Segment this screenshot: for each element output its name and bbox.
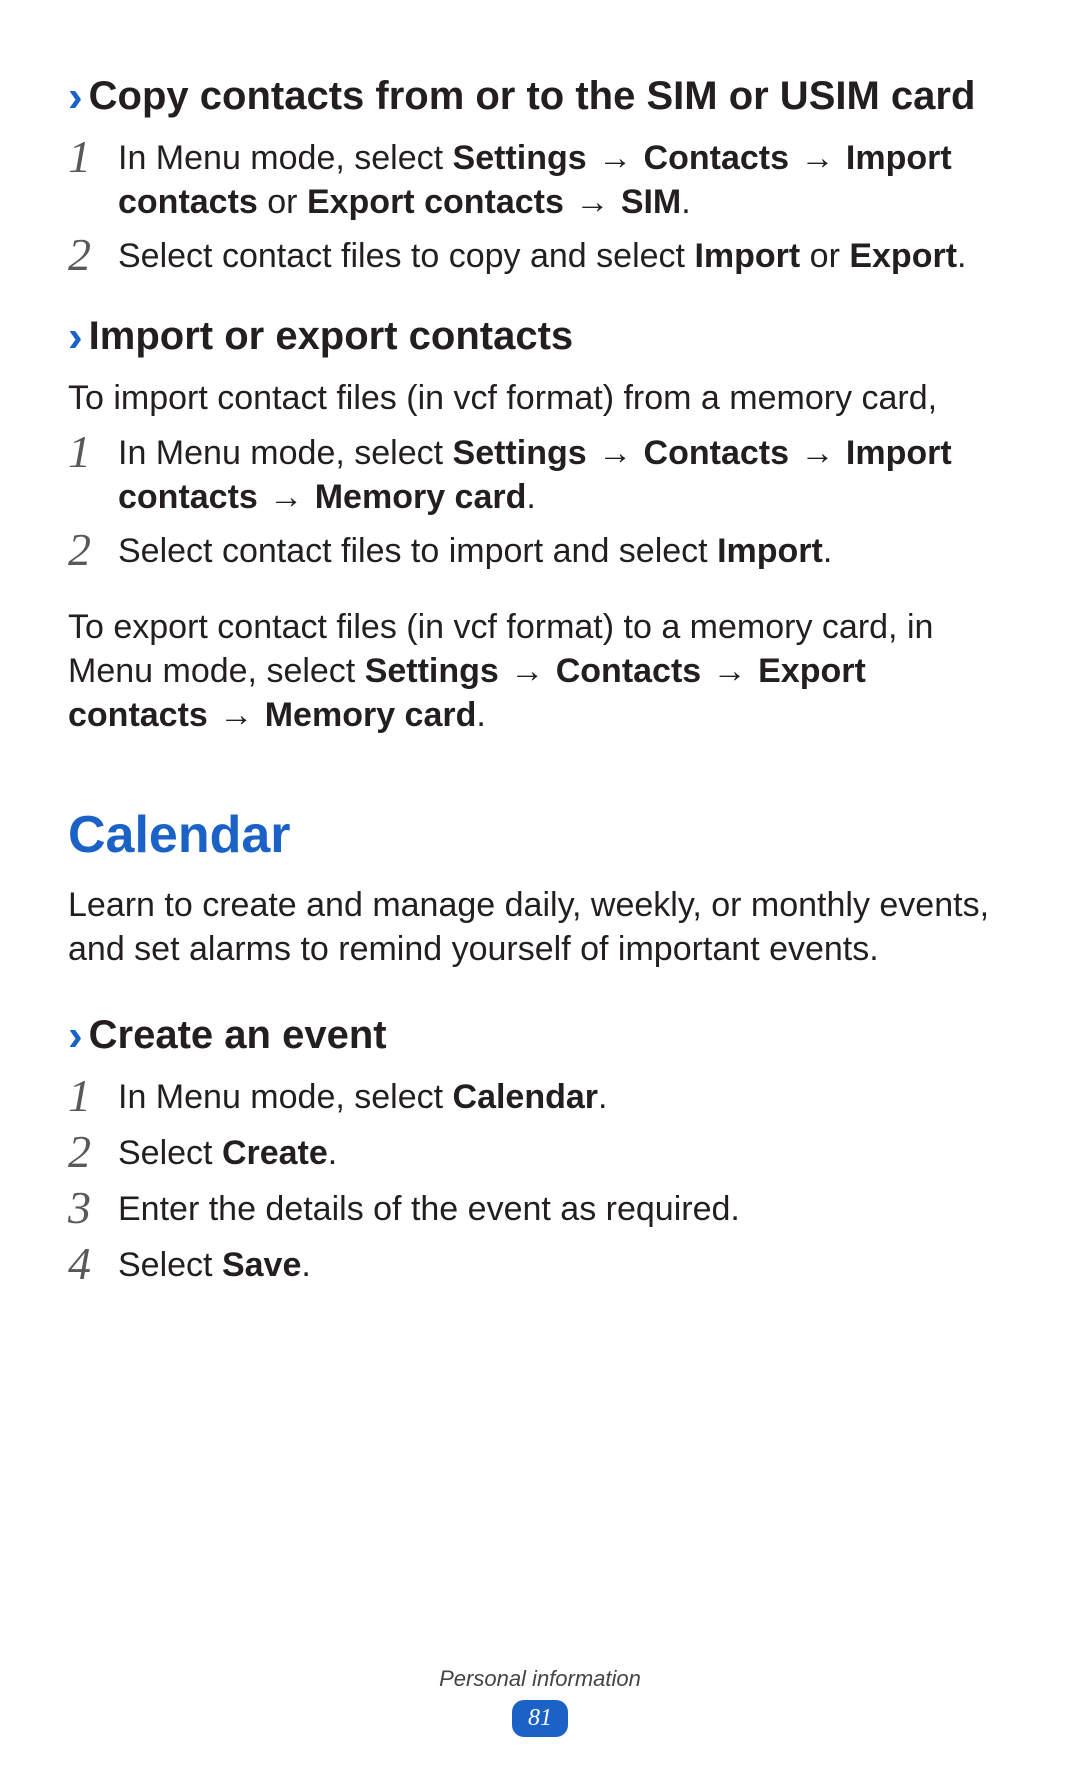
step: 1 In Menu mode, select Settings → Contac… [68, 431, 1012, 519]
step-body: Enter the details of the event as requir… [118, 1187, 1012, 1231]
calendar-intro: Learn to create and manage daily, weekly… [68, 883, 1012, 971]
step-number: 1 [68, 429, 102, 475]
page-number: 81 [512, 1700, 568, 1737]
heading-create-event: › Create an event [68, 1009, 1012, 1061]
step: 3 Enter the details of the event as requ… [68, 1187, 1012, 1233]
step-body: Select Save. [118, 1243, 1012, 1287]
step: 4 Select Save. [68, 1243, 1012, 1289]
heading-text: Create an event [89, 1009, 387, 1061]
step: 2 Select contact files to copy and selec… [68, 234, 1012, 280]
step-body: Select Create. [118, 1131, 1012, 1175]
intro-text: To import contact files (in vcf format) … [68, 376, 1012, 420]
chevron-icon: › [68, 1014, 83, 1058]
step-body: In Menu mode, select Settings → Contacts… [118, 431, 1012, 519]
steps-create-event: 1 In Menu mode, select Calendar. 2 Selec… [68, 1075, 1012, 1289]
steps-copy-contacts: 1 In Menu mode, select Settings → Contac… [68, 136, 1012, 280]
step-number: 2 [68, 527, 102, 573]
step: 2 Select contact files to import and sel… [68, 529, 1012, 575]
step: 1 In Menu mode, select Calendar. [68, 1075, 1012, 1121]
heading-copy-contacts: › Copy contacts from or to the SIM or US… [68, 70, 1012, 122]
step-body: In Menu mode, select Calendar. [118, 1075, 1012, 1119]
steps-import: 1 In Menu mode, select Settings → Contac… [68, 431, 1012, 575]
step-body: In Menu mode, select Settings → Contacts… [118, 136, 1012, 224]
step-body: Select contact files to copy and select … [118, 234, 1012, 278]
page-footer: Personal information 81 [0, 1665, 1080, 1737]
step-number: 3 [68, 1185, 102, 1231]
heading-import-export: › Import or export contacts [68, 310, 1012, 362]
step: 1 In Menu mode, select Settings → Contac… [68, 136, 1012, 224]
step-number: 4 [68, 1241, 102, 1287]
step-body: Select contact files to import and selec… [118, 529, 1012, 573]
heading-calendar: Calendar [68, 802, 1012, 870]
heading-text: Copy contacts from or to the SIM or USIM… [89, 70, 976, 122]
footer-label: Personal information [0, 1665, 1080, 1694]
step-number: 2 [68, 232, 102, 278]
step-number: 1 [68, 1073, 102, 1119]
heading-text: Import or export contacts [89, 310, 574, 362]
step-number: 1 [68, 134, 102, 180]
chevron-icon: › [68, 315, 83, 359]
chevron-icon: › [68, 75, 83, 119]
step-number: 2 [68, 1129, 102, 1175]
step: 2 Select Create. [68, 1131, 1012, 1177]
export-paragraph: To export contact files (in vcf format) … [68, 605, 1012, 738]
